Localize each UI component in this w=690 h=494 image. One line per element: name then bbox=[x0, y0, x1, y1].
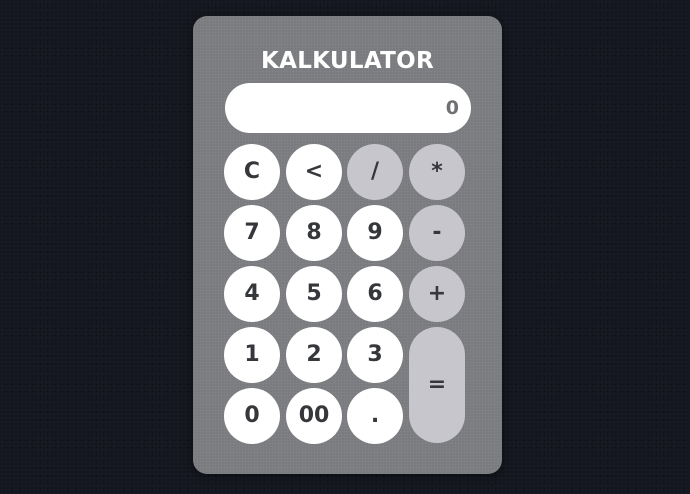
digit-2-button[interactable]: 2 bbox=[286, 327, 342, 383]
digit-3-button[interactable]: 3 bbox=[347, 327, 403, 383]
calculator-title: KALKULATOR bbox=[261, 48, 434, 74]
digit-0-button[interactable]: 0 bbox=[224, 388, 280, 444]
digit-5-button[interactable]: 5 bbox=[286, 266, 342, 322]
digit-7-button[interactable]: 7 bbox=[224, 205, 280, 261]
digit-8-button[interactable]: 8 bbox=[286, 205, 342, 261]
digit-4-button[interactable]: 4 bbox=[224, 266, 280, 322]
digit-9-button[interactable]: 9 bbox=[347, 205, 403, 261]
backspace-button[interactable]: < bbox=[286, 144, 342, 200]
clear-button[interactable]: C bbox=[224, 144, 280, 200]
subtract-button[interactable]: - bbox=[409, 205, 465, 261]
digit-1-button[interactable]: 1 bbox=[224, 327, 280, 383]
decimal-point-button[interactable]: . bbox=[347, 388, 403, 444]
calculator-display: 0 bbox=[225, 83, 471, 133]
divide-button[interactable]: / bbox=[347, 144, 403, 200]
multiply-button[interactable]: * bbox=[409, 144, 465, 200]
double-zero-button[interactable]: 00 bbox=[286, 388, 342, 444]
calculator-panel: KALKULATOR 0 C < / * 7 8 9 - 4 5 6 + 1 2… bbox=[193, 16, 502, 474]
add-button[interactable]: + bbox=[409, 266, 465, 322]
equals-button[interactable]: = bbox=[409, 327, 465, 443]
digit-6-button[interactable]: 6 bbox=[347, 266, 403, 322]
